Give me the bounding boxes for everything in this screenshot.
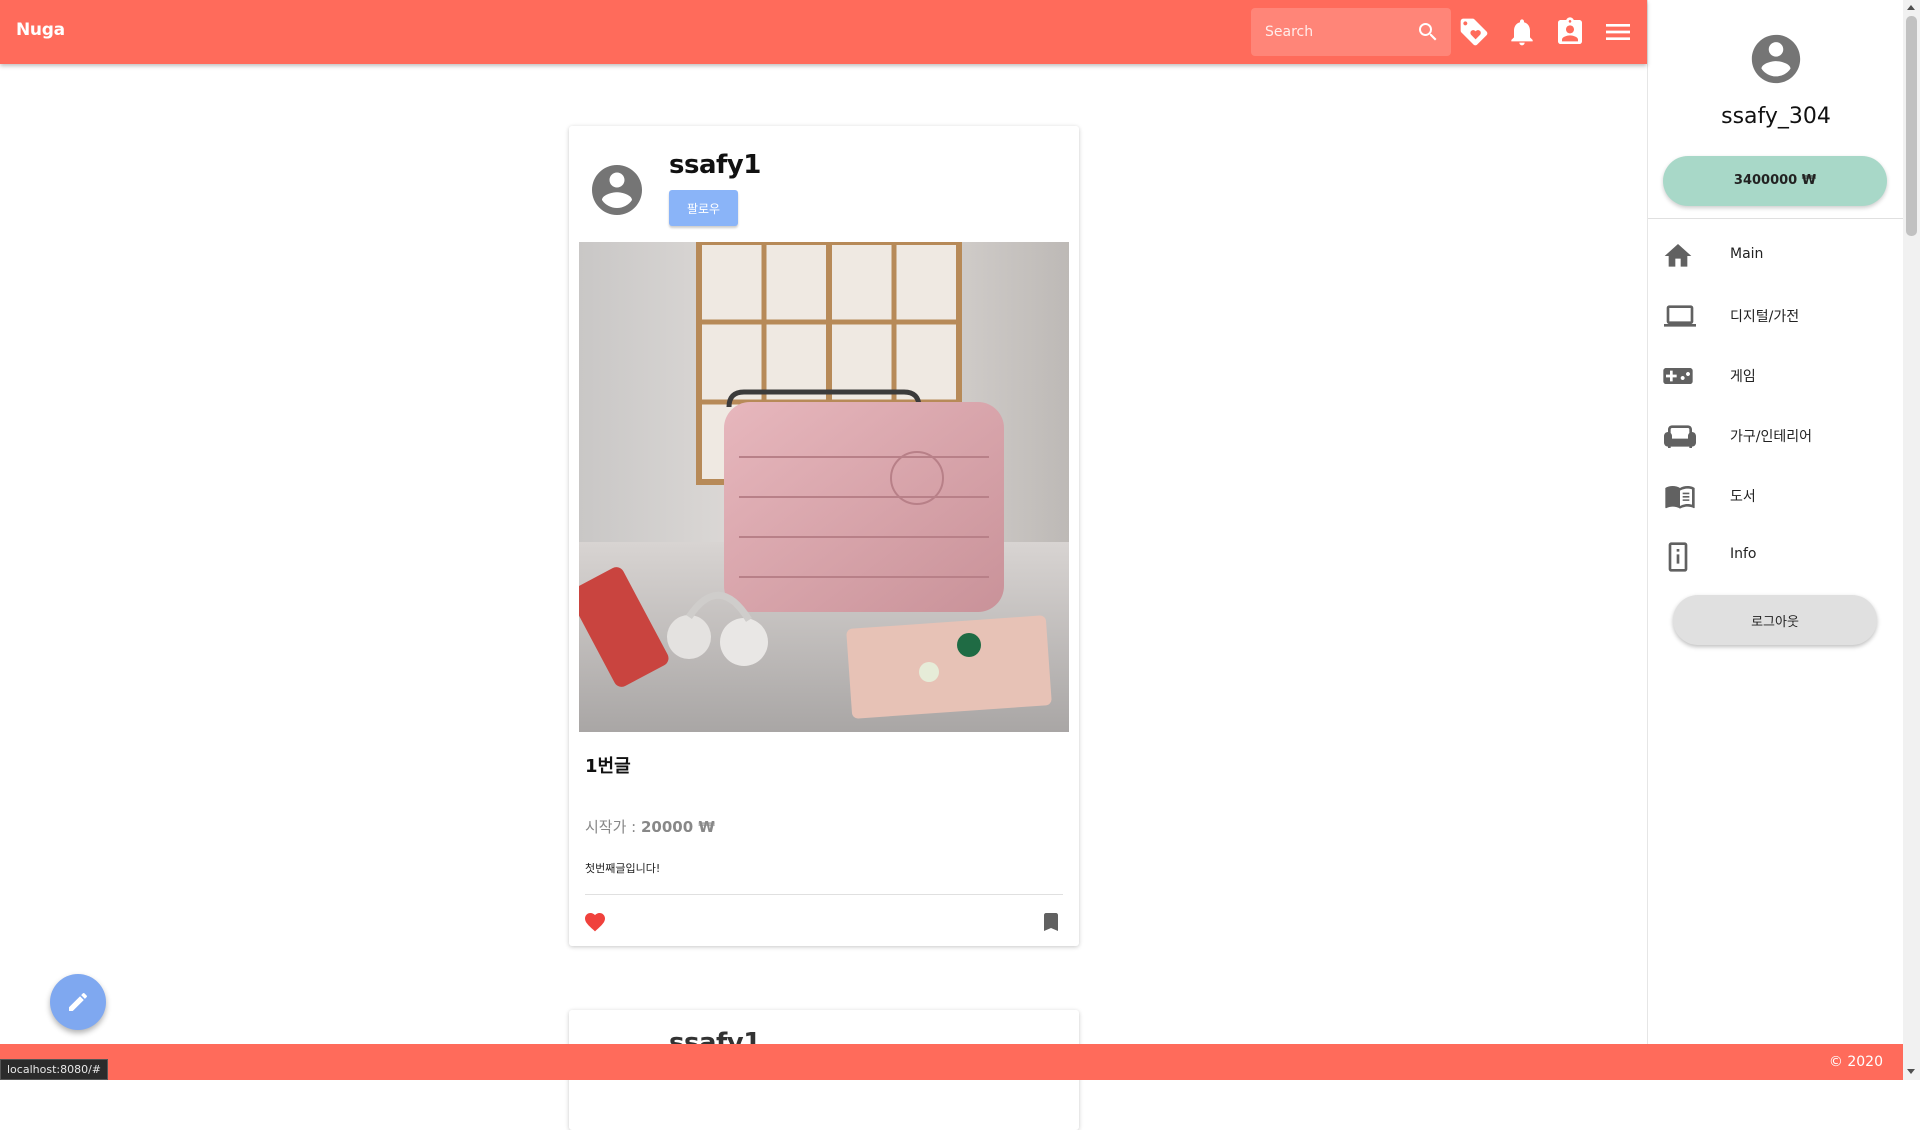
nav-item-furniture[interactable]: 가구/인테리어	[1648, 406, 1904, 466]
laptop-icon	[1662, 300, 1698, 336]
balance-badge[interactable]: 3400000 ₩	[1663, 156, 1887, 206]
pencil-icon	[69, 992, 88, 1011]
drawer-divider	[1648, 218, 1904, 219]
search-icon[interactable]	[1416, 20, 1440, 48]
post-body: 첫번째글입니다!	[585, 862, 661, 875]
browser-status-url: localhost:8080/#	[0, 1059, 108, 1080]
user-avatar-icon[interactable]	[587, 160, 647, 224]
card-divider	[585, 894, 1063, 895]
start-price-label: 시작가 :	[585, 818, 641, 836]
profile-avatar-icon[interactable]	[1747, 30, 1805, 92]
drawer-username: ssafy_304	[1721, 104, 1831, 129]
post-image[interactable]	[579, 242, 1069, 732]
nav-item-label: 도서	[1730, 489, 1756, 505]
nav-item-label: 게임	[1730, 369, 1756, 385]
tag-heart-icon[interactable]	[1458, 16, 1490, 48]
post-author-name[interactable]: ssafy1	[669, 150, 761, 180]
logout-button[interactable]: 로그아웃	[1673, 595, 1877, 645]
footer-copyright: © 2020	[1828, 1054, 1883, 1070]
scroll-thumb[interactable]	[1906, 16, 1917, 236]
follow-button[interactable]: 팔로우	[669, 190, 738, 226]
top-app-bar: Nuga	[0, 0, 1647, 64]
nav-item-label: 가구/인테리어	[1730, 429, 1812, 445]
info-icon	[1662, 540, 1694, 578]
sofa-icon	[1662, 420, 1698, 456]
start-price-value: 20000 ₩	[641, 818, 715, 836]
scroll-down-arrow-icon[interactable]	[1907, 1069, 1915, 1074]
menu-icon[interactable]	[1602, 16, 1634, 48]
search-box[interactable]	[1251, 8, 1451, 56]
nav-item-label: Info	[1730, 546, 1757, 562]
search-input[interactable]	[1263, 20, 1413, 44]
nav-item-label: Main	[1730, 246, 1764, 262]
nav-item-main[interactable]: Main	[1648, 226, 1904, 286]
post-title: 1번글	[585, 756, 631, 777]
contact-badge-icon[interactable]	[1554, 16, 1586, 48]
page-scrollbar[interactable]	[1903, 0, 1920, 1080]
navigation-drawer: ssafy_304 3400000 ₩ Main 디지털/가전 게임 가구/인테…	[1647, 0, 1904, 1044]
nav-item-label: 디지털/가전	[1730, 309, 1800, 325]
heart-icon[interactable]	[583, 910, 607, 938]
nav-item-digital[interactable]: 디지털/가전	[1648, 286, 1904, 346]
brand-title[interactable]: Nuga	[16, 20, 65, 40]
bell-icon[interactable]	[1506, 16, 1538, 48]
scroll-up-arrow-icon[interactable]	[1907, 5, 1915, 10]
post-card: ssafy1 팔로우 1번글 시작가: 20000 ₩ 첫번째글입니다!	[569, 126, 1079, 946]
book-icon	[1662, 480, 1698, 516]
gamepad-icon	[1662, 360, 1694, 396]
pink-suitcase-product-photo	[579, 242, 1069, 732]
home-icon	[1662, 240, 1694, 276]
page-footer: © 2020	[0, 1044, 1903, 1080]
nav-item-info[interactable]: Info	[1648, 526, 1904, 586]
bookmark-icon[interactable]	[1039, 910, 1063, 938]
nav-item-game[interactable]: 게임	[1648, 346, 1904, 406]
nav-item-books[interactable]: 도서	[1648, 466, 1904, 526]
write-post-button[interactable]	[50, 974, 106, 1030]
start-price: 시작가 : 20000 ₩	[585, 816, 715, 837]
